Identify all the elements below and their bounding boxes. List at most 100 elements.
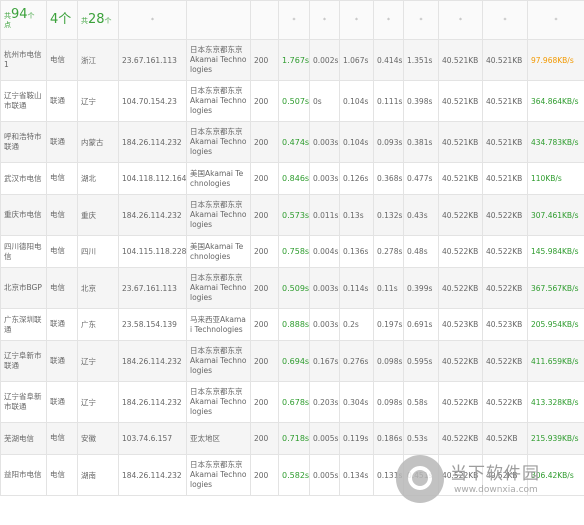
node-name-cell: 辽宁省阜新市联通 [0, 381, 47, 423]
connect-time-cell: 0.114s [339, 267, 374, 309]
total-time-cell: 0.694s [278, 340, 310, 382]
file-size-cell: 40.523KB [438, 308, 483, 341]
file-size-cell: 40.522KB [438, 235, 483, 268]
status-code-cell: 200 [250, 381, 279, 423]
table-row: 杭州市电信1 电信 浙江 23.67.161.113 日本东京都东京Akamai Tec… [0, 39, 584, 81]
file-size-cell: 40.521KB [438, 162, 483, 195]
status-code-cell: 200 [250, 422, 279, 455]
isp-cell: 联通 [46, 80, 78, 122]
table-row: 呼和浩特市联通 联通 内蒙古 184.26.114.232 日本东京都东京Akamai … [0, 121, 584, 163]
location-cell: 日本东京都东京Akamai Technologies [186, 121, 251, 163]
download-time-header[interactable]: * [373, 0, 404, 40]
speed-cell: 413.328KB/s [527, 381, 584, 423]
status-header[interactable] [250, 0, 279, 40]
speed-cell: 97.968KB/s [527, 39, 584, 81]
total-time-header[interactable]: * [278, 0, 310, 40]
file-size-cell: 40.522KB [438, 194, 483, 236]
head-time-cell: 0.381s [403, 121, 439, 163]
total-time-cell: 0.573s [278, 194, 310, 236]
node-name-cell: 辽宁省鞍山市联通 [0, 80, 47, 122]
isp-cell: 联通 [46, 121, 78, 163]
location-cell: 亚太地区 [186, 422, 251, 455]
status-code-cell: 200 [250, 308, 279, 341]
node-name-cell: 北京市BGP [0, 267, 47, 309]
total-time-cell: 0.678s [278, 381, 310, 423]
connect-time-cell: 1.067s [339, 39, 374, 81]
speed-cell: 364.864KB/s [527, 80, 584, 122]
connect-time-cell: 0.276s [339, 340, 374, 382]
table-row: 辽宁阜新市联通 联通 辽宁 184.26.114.232 日本东京都东京Akamai T… [0, 340, 584, 382]
total-time-cell: 0.582s [278, 454, 310, 496]
download-time-cell: 0.098s [373, 381, 404, 423]
region-cell: 辽宁 [77, 340, 119, 382]
region-cell: 北京 [77, 267, 119, 309]
download-size-cell: 40.522KB [482, 267, 528, 309]
isp-cell: 电信 [46, 39, 78, 81]
download-time-cell: 0.098s [373, 340, 404, 382]
node-name-cell: 辽宁阜新市联通 [0, 340, 47, 382]
location-cell: 美国Akamai Technologies [186, 162, 251, 195]
region-cell: 四川 [77, 235, 119, 268]
dns-time-cell: 0s [309, 80, 340, 122]
file-size-cell: 40.521KB [438, 80, 483, 122]
node-name-cell: 益阳市电信 [0, 454, 47, 496]
speed-test-table: 共94个点 4个 共28个 * * * * * * * * * 杭州市电信1 电信… [0, 0, 584, 496]
region-count-header[interactable]: 共28个 [77, 0, 119, 40]
connect-time-cell: 0.134s [339, 454, 374, 496]
ip-header[interactable]: * [118, 0, 187, 40]
size2-header[interactable]: * [482, 0, 528, 40]
status-code-cell: 200 [250, 340, 279, 382]
status-code-cell: 200 [250, 162, 279, 195]
node-name-cell: 四川德阳电信 [0, 235, 47, 268]
connect-time-cell: 0.13s [339, 194, 374, 236]
table-row: 辽宁省鞍山市联通 联通 辽宁 104.70.154.23 日本东京都东京Akamai T… [0, 80, 584, 122]
download-time-cell: 0.132s [373, 194, 404, 236]
size-header[interactable]: * [438, 0, 483, 40]
table-row: 芜湖电信 电信 安徽 103.74.6.157 亚太地区 200 0.718s 0.005s 0… [0, 422, 584, 455]
speed-cell: 307.461KB/s [527, 194, 584, 236]
total-time-cell: 0.509s [278, 267, 310, 309]
dns-time-cell: 0.203s [309, 381, 340, 423]
location-cell: 日本东京都东京Akamai Technologies [186, 381, 251, 423]
total-time-cell: 0.888s [278, 308, 310, 341]
connect-time-cell: 0.119s [339, 422, 374, 455]
node-count-header[interactable]: 共94个点 [0, 0, 47, 40]
isp-cell: 联通 [46, 308, 78, 341]
table-row: 广东深圳联通 联通 广东 23.58.154.139 马来西亚Akamai Techno… [0, 308, 584, 341]
head-time-cell: 0.48s [403, 235, 439, 268]
location-header[interactable] [186, 0, 251, 40]
isp-cell: 联通 [46, 381, 78, 423]
status-code-cell: 200 [250, 267, 279, 309]
download-time-cell: 0.414s [373, 39, 404, 81]
ip-address-cell: 104.70.154.23 [118, 80, 187, 122]
download-size-cell: 40.522KB [482, 235, 528, 268]
connect-time-cell: 0.2s [339, 308, 374, 341]
head-time-header[interactable]: * [403, 0, 439, 40]
watermark: 当下软件园 www.downxia.com [396, 455, 584, 515]
head-time-cell: 0.595s [403, 340, 439, 382]
table-row: 辽宁省阜新市联通 联通 辽宁 184.26.114.232 日本东京都东京Akamai … [0, 381, 584, 423]
ip-address-cell: 23.58.154.139 [118, 308, 187, 341]
isp-cell: 电信 [46, 267, 78, 309]
dns-time-cell: 0.011s [309, 194, 340, 236]
table-header: 共94个点 4个 共28个 * * * * * * * * * [0, 0, 584, 40]
speed-header[interactable]: * [527, 0, 584, 40]
table-row: 重庆市电信 电信 重庆 184.26.114.232 日本东京都东京Akamai Tec… [0, 194, 584, 236]
download-time-cell: 0.197s [373, 308, 404, 341]
isp-cell: 电信 [46, 454, 78, 496]
table-row: 四川德阳电信 电信 四川 104.115.118.228 美国Akamai Techno… [0, 235, 584, 268]
node-name-cell: 武汉市电信 [0, 162, 47, 195]
status-code-cell: 200 [250, 454, 279, 496]
dns-time-header[interactable]: * [309, 0, 340, 40]
region-cell: 广东 [77, 308, 119, 341]
node-name-cell: 广东深圳联通 [0, 308, 47, 341]
ip-address-cell: 23.67.161.113 [118, 267, 187, 309]
file-size-cell: 40.522KB [438, 422, 483, 455]
download-size-cell: 40.522KB [482, 381, 528, 423]
download-size-cell: 40.52KB [482, 422, 528, 455]
ip-address-cell: 184.26.114.232 [118, 381, 187, 423]
connect-time-header[interactable]: * [339, 0, 374, 40]
isp-count-header[interactable]: 4个 [46, 0, 78, 40]
status-code-cell: 200 [250, 80, 279, 122]
watermark-url: www.downxia.com [454, 485, 538, 495]
